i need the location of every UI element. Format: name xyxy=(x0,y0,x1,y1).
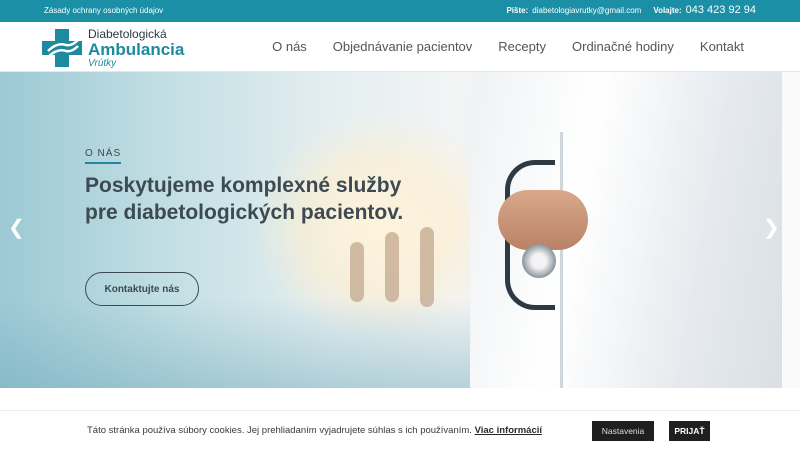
contact-us-button[interactable]: Kontaktujte nás xyxy=(85,272,199,306)
nav-item-o-nas[interactable]: O nás xyxy=(272,39,307,54)
doctor-coat-fold xyxy=(560,132,563,388)
page-side-strip xyxy=(782,72,800,388)
main-nav: O nás Objednávanie pacientov Recepty Ord… xyxy=(272,39,744,54)
doctor-hand-image xyxy=(498,190,588,250)
background-person xyxy=(385,232,399,302)
top-contact: Píšte: diabetologiavrutky@gmail.com Vola… xyxy=(506,4,756,16)
cookie-accept-button[interactable]: PRIJAŤ xyxy=(669,421,710,441)
background-person xyxy=(420,227,434,307)
hero-eyebrow: O NÁS xyxy=(85,148,122,164)
write-label: Píšte: xyxy=(506,5,529,15)
cookie-settings-button[interactable]: Nastavenia xyxy=(592,421,654,441)
more-info-link[interactable]: Viac informácií xyxy=(475,425,542,436)
cookie-banner: Táto stránka používa súbory cookies. Jej… xyxy=(0,410,800,450)
logo-text: Diabetologická Ambulancia Vrútky xyxy=(88,28,184,69)
phone-link[interactable]: 043 423 92 94 xyxy=(686,4,756,16)
nav-item-objednavanie[interactable]: Objednávanie pacientov xyxy=(333,39,473,54)
hero-slider xyxy=(0,72,782,388)
nav-item-recepty[interactable]: Recepty xyxy=(498,39,546,54)
hero-background-floor xyxy=(0,298,520,388)
top-bar: Zásady ochrany osobných údajov Píšte: di… xyxy=(0,0,800,22)
call-label: Volajte: xyxy=(653,5,682,15)
chevron-left-icon[interactable]: ❮ xyxy=(8,215,25,240)
chevron-right-icon[interactable]: ❯ xyxy=(763,215,780,240)
background-person xyxy=(350,242,364,302)
site-logo[interactable]: Diabetologická Ambulancia Vrútky xyxy=(42,28,192,69)
logo-line-1: Diabetologická xyxy=(88,27,167,41)
cookie-message: Táto stránka používa súbory cookies. Jej… xyxy=(87,425,542,436)
nav-item-ordinacne-hodiny[interactable]: Ordinačné hodiny xyxy=(572,39,674,54)
logo-line-3: Vrútky xyxy=(88,58,117,69)
site-header: Diabetologická Ambulancia Vrútky O nás O… xyxy=(0,22,800,72)
cookie-text: Táto stránka používa súbory cookies. Jej… xyxy=(87,425,472,436)
medical-cross-icon xyxy=(42,29,82,67)
stethoscope-chestpiece xyxy=(522,244,556,278)
email-link[interactable]: diabetologiavrutky@gmail.com xyxy=(532,6,641,15)
logo-line-2: Ambulancia xyxy=(88,40,185,59)
nav-item-kontakt[interactable]: Kontakt xyxy=(700,39,744,54)
privacy-policy-link[interactable]: Zásady ochrany osobných údajov xyxy=(44,6,163,15)
hero-headline: Poskytujeme komplexné služby pre diabeto… xyxy=(85,174,404,225)
